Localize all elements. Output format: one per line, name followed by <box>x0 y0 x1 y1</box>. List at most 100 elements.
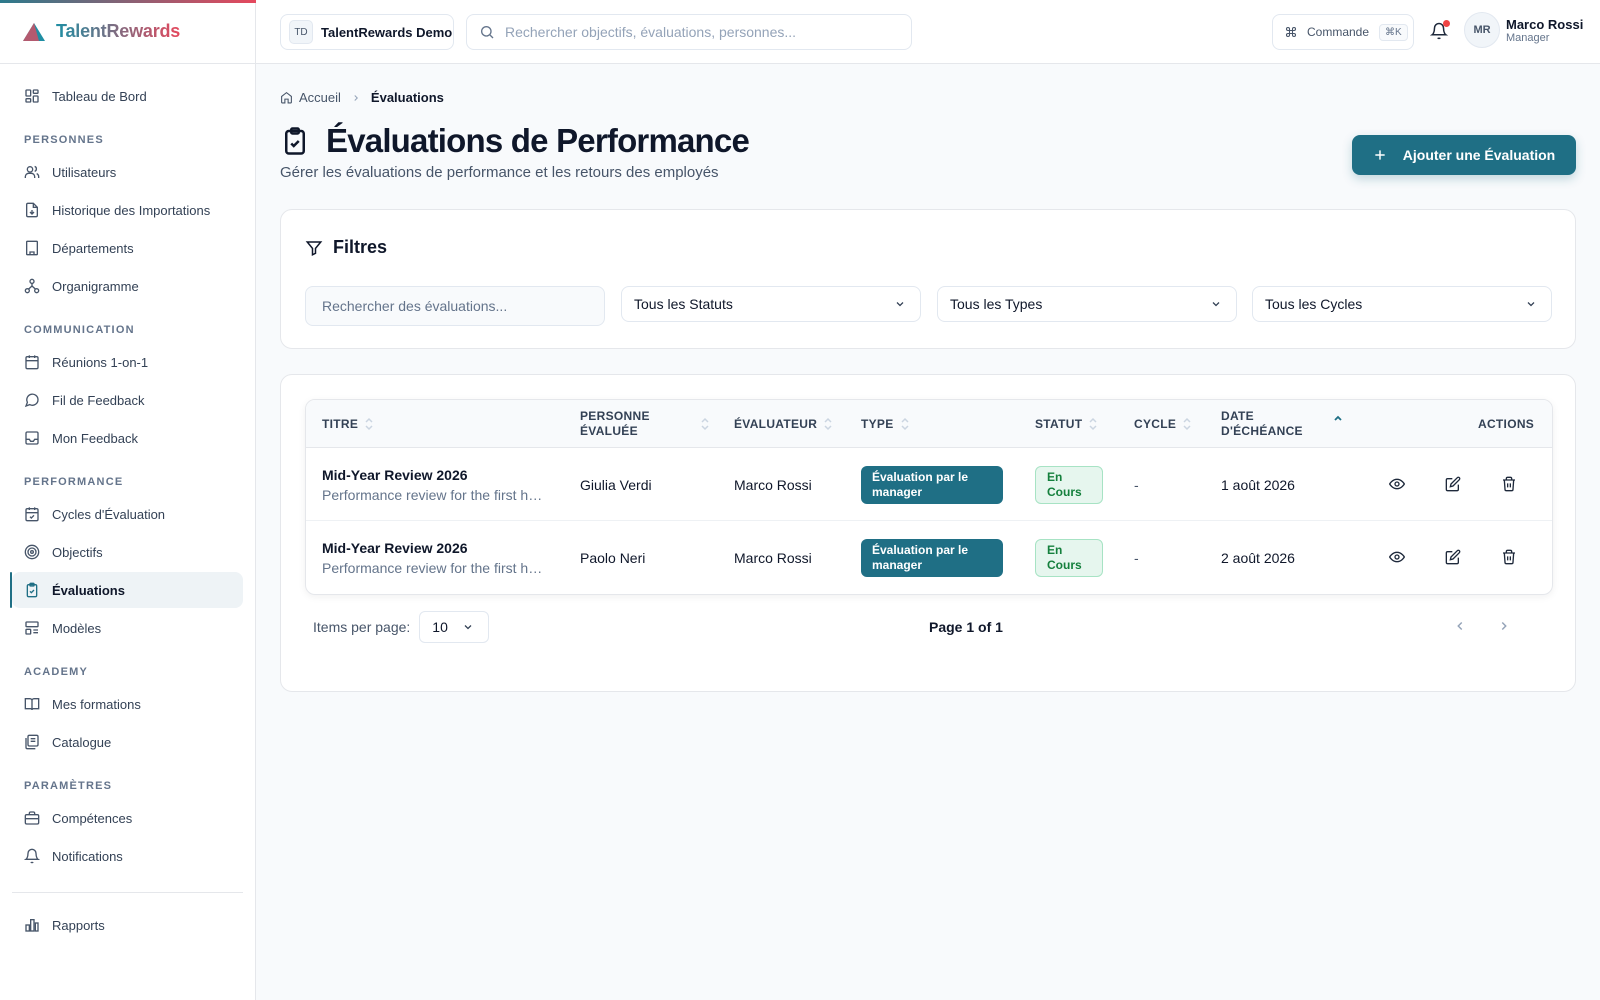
sidebar-item-catalogue[interactable]: Catalogue <box>12 724 243 760</box>
sort-icon <box>1088 417 1098 431</box>
items-per-page-select[interactable]: 10 <box>419 611 490 643</box>
sidebar-item-evaluations[interactable]: Évaluations <box>10 572 243 608</box>
global-search-input[interactable] <box>505 24 885 40</box>
evaluation-title: Mid-Year Review 2026 <box>322 466 468 483</box>
home-icon[interactable] <box>280 91 293 104</box>
bell-icon <box>24 848 40 864</box>
cycle-cell: - <box>1134 476 1139 493</box>
sidebar-item-fil-feedback[interactable]: Fil de Feedback <box>12 382 243 418</box>
evaluator-cell: Marco Rossi <box>734 476 812 493</box>
view-eye-icon[interactable] <box>1389 549 1405 565</box>
table-row[interactable]: Mid-Year Review 2026 Performance review … <box>306 448 1552 521</box>
calendar-icon <box>24 354 40 370</box>
pagination: Items per page: 10 Page 1 of 1 <box>313 611 1553 643</box>
cycle-cell: - <box>1134 549 1139 566</box>
org-switcher[interactable]: TD TalentRewards Demo <box>280 14 454 50</box>
breadcrumb-current: Évaluations <box>370 90 444 105</box>
sidebar-item-reunions[interactable]: Réunions 1-on-1 <box>12 344 243 380</box>
cycle-filter-select[interactable]: Tous les Cycles <box>1252 286 1552 322</box>
sidebar-item-historique[interactable]: Historique des Importations <box>12 192 243 228</box>
table-row[interactable]: Mid-Year Review 2026 Performance review … <box>306 521 1552 594</box>
sort-ascending-icon <box>1333 414 1343 422</box>
status-cell: En Cours <box>1035 448 1103 521</box>
filters-title: Filtres <box>333 237 388 257</box>
sidebar-item-label: Catalogue <box>52 734 112 750</box>
filters-card: Filtres Tous les Statuts Tous les Types … <box>280 209 1576 349</box>
evaluation-search-input[interactable] <box>305 286 605 326</box>
sidebar-item-modeles[interactable]: Modèles <box>12 610 243 646</box>
user-menu[interactable]: MR Marco Rossi Manager <box>1464 12 1583 48</box>
status-badge: En Cours <box>1035 538 1103 577</box>
add-evaluation-button[interactable]: Ajouter une Évaluation <box>1352 135 1576 175</box>
notifications-button[interactable] <box>1430 20 1450 42</box>
due-date-cell: 1 août 2026 <box>1221 476 1295 493</box>
org-badge: TD <box>289 20 313 44</box>
sidebar-item-label: Historique des Importations <box>52 202 211 218</box>
edit-icon[interactable] <box>1445 549 1461 565</box>
target-icon <box>24 544 40 560</box>
template-icon <box>24 620 40 636</box>
briefcase-icon <box>24 810 40 826</box>
avatar: MR <box>1464 12 1500 48</box>
column-header-actions: ACTIONS <box>1478 416 1535 431</box>
delete-trash-icon[interactable] <box>1501 549 1517 565</box>
column-header-type[interactable]: TYPE <box>861 400 910 448</box>
status-cell: En Cours <box>1035 521 1103 594</box>
type-badge: Évaluation par le manager <box>861 538 1003 577</box>
edit-icon[interactable] <box>1445 476 1461 492</box>
previous-page-chevron-left-icon[interactable] <box>1453 619 1467 633</box>
section-title: PERFORMANCE <box>24 476 124 488</box>
sidebar-item-utilisateurs[interactable]: Utilisateurs <box>12 154 243 190</box>
command-button[interactable]: Commande ⌘K <box>1272 14 1414 50</box>
search-icon <box>479 24 495 40</box>
column-header-title[interactable]: TITRE <box>322 400 374 448</box>
sidebar-item-notifications[interactable]: Notifications <box>12 838 243 874</box>
evaluation-title: Mid-Year Review 2026 <box>322 539 468 556</box>
delete-trash-icon[interactable] <box>1501 476 1517 492</box>
dashboard-icon <box>24 88 40 104</box>
sidebar-item-cycles[interactable]: Cycles d'Évaluation <box>12 496 243 532</box>
column-header-person[interactable]: PERSONNE ÉVALUÉE <box>580 400 710 448</box>
book-open-icon <box>24 696 40 712</box>
items-per-page-value: 10 <box>432 619 448 635</box>
status-filter-select[interactable]: Tous les Statuts <box>621 286 921 322</box>
column-header-due-date[interactable]: DATE D'ÉCHÉANCE <box>1221 400 1343 448</box>
type-cell: Évaluation par le manager <box>861 448 1003 521</box>
cycle-filter-value: Tous les Cycles <box>1265 296 1363 312</box>
logo-icon <box>22 22 46 42</box>
filters-header: Filtres <box>305 237 387 258</box>
column-header-cycle[interactable]: CYCLE <box>1134 400 1192 448</box>
sidebar-item-label: Fil de Feedback <box>52 392 145 408</box>
page-title: Évaluations de Performance <box>326 122 750 159</box>
items-per-page-label: Items per page: <box>313 619 411 635</box>
sidebar-item-rapports[interactable]: Rapports <box>12 907 243 943</box>
sidebar-nav: Tableau de Bord PERSONNES Utilisateurs H… <box>0 64 255 943</box>
sidebar-item-label: Objectifs <box>52 544 103 560</box>
type-filter-select[interactable]: Tous les Types <box>937 286 1237 322</box>
chevron-down-icon <box>1525 298 1537 310</box>
page-info: Page 1 of 1 <box>929 619 1003 635</box>
user-role: Manager <box>1506 31 1550 44</box>
type-badge: Évaluation par le manager <box>861 465 1003 504</box>
sidebar-item-mes-formations[interactable]: Mes formations <box>12 686 243 722</box>
sidebar-item-tableau-de-bord[interactable]: Tableau de Bord <box>12 78 243 114</box>
sidebar-item-label: Notifications <box>52 848 123 864</box>
notification-dot <box>1443 20 1450 27</box>
sidebar-item-mon-feedback[interactable]: Mon Feedback <box>12 420 243 456</box>
column-header-evaluator[interactable]: ÉVALUATEUR <box>734 400 833 448</box>
view-eye-icon[interactable] <box>1389 476 1405 492</box>
sidebar-item-departements[interactable]: Départements <box>12 230 243 266</box>
type-cell: Évaluation par le manager <box>861 521 1003 594</box>
message-circle-icon <box>24 392 40 408</box>
sidebar-item-competences[interactable]: Compétences <box>12 800 243 836</box>
sidebar: TalentRewards Tableau de Bord PERSONNES … <box>0 0 256 1000</box>
sidebar-item-objectifs[interactable]: Objectifs <box>12 534 243 570</box>
global-search[interactable] <box>466 14 912 50</box>
column-header-status[interactable]: STATUT <box>1035 400 1098 448</box>
sidebar-item-label: Cycles d'Évaluation <box>52 506 166 522</box>
brand[interactable]: TalentRewards <box>0 0 255 64</box>
chevron-down-icon <box>894 298 906 310</box>
breadcrumb-home[interactable]: Accueil <box>299 90 341 105</box>
sidebar-item-organigramme[interactable]: Organigramme <box>12 268 243 304</box>
next-page-chevron-right-icon[interactable] <box>1497 619 1511 633</box>
